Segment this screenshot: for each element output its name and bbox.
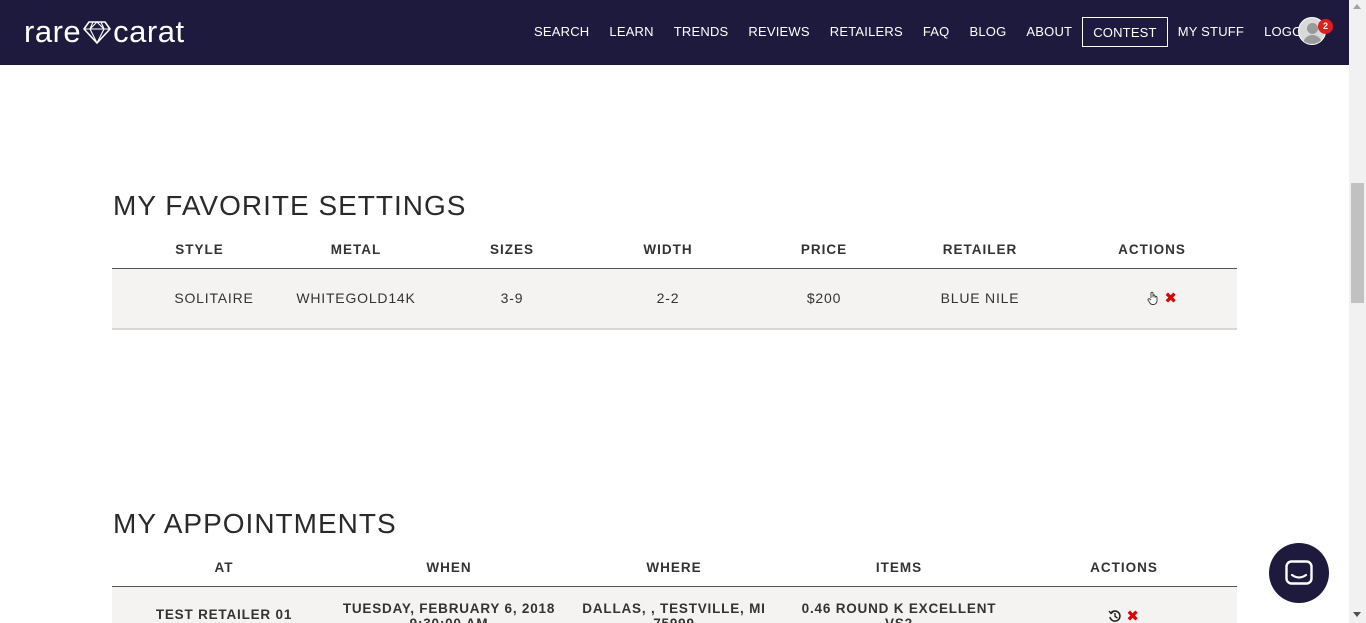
cell-price: $200 bbox=[806, 290, 842, 306]
col-actions: ACTIONS bbox=[1118, 242, 1186, 257]
cell-when: TUESDAY, FEBRUARY 6, 2018 9:30:00 AM bbox=[342, 601, 556, 623]
cell-items: 0.46 ROUND K EXCELLENT VS2 bbox=[801, 601, 997, 623]
logo-text-carat: carat bbox=[113, 14, 185, 49]
table-header: STYLE METAL SIZES WIDTH PRICE RETAILER A… bbox=[112, 231, 1237, 269]
nav-reviews[interactable]: REVIEWS bbox=[738, 17, 819, 47]
col-retailer: RETAILER bbox=[942, 242, 1018, 257]
appointments-table: AT WHEN WHERE ITEMS ACTIONS TEST RETAILE… bbox=[112, 549, 1237, 623]
col-price: PRICE bbox=[800, 242, 848, 257]
nav-blog[interactable]: BLOG bbox=[959, 17, 1016, 47]
nav-learn[interactable]: LEARN bbox=[599, 17, 663, 47]
nav-retailers[interactable]: RETAILERS bbox=[820, 17, 913, 47]
page-scrollbar[interactable] bbox=[1349, 0, 1366, 623]
col-actions: ACTIONS bbox=[1090, 560, 1158, 575]
nav-trends[interactable]: TRENDS bbox=[664, 17, 739, 47]
cell-sizes: 3-9 bbox=[500, 290, 524, 306]
page: rare carat SEARCH LEARN TRENDS REVIEWS R… bbox=[0, 0, 1366, 623]
chat-button[interactable] bbox=[1269, 543, 1329, 603]
notification-badge: 2 bbox=[1318, 19, 1333, 34]
col-metal: METAL bbox=[330, 242, 382, 257]
reschedule-icon[interactable] bbox=[1108, 609, 1122, 623]
avatar-body bbox=[1303, 35, 1322, 44]
nav-search[interactable]: SEARCH bbox=[524, 17, 599, 47]
scroll-down-arrow-icon[interactable] bbox=[1353, 612, 1361, 617]
scroll-thumb[interactable] bbox=[1351, 183, 1364, 303]
avatar-head bbox=[1307, 23, 1318, 34]
cell-actions: ✖ bbox=[1084, 587, 1164, 623]
scroll-up-arrow-icon[interactable] bbox=[1353, 4, 1361, 9]
col-width: WIDTH bbox=[643, 242, 693, 257]
table-row: SOLITAIRE WHITEGOLD14K 3-9 2-2 $200 BLUE… bbox=[112, 269, 1237, 330]
col-where: WHERE bbox=[646, 560, 702, 575]
cell-metal: WHITEGOLD14K bbox=[296, 290, 416, 306]
user-menu[interactable]: 2 bbox=[1298, 17, 1333, 47]
col-when: WHEN bbox=[426, 560, 472, 575]
delete-x-icon[interactable]: ✖ bbox=[1126, 609, 1139, 623]
cell-width: 2-2 bbox=[656, 290, 680, 306]
delete-x-icon[interactable]: ✖ bbox=[1164, 291, 1177, 306]
favorite-settings-title: MY FAVORITE SETTINGS bbox=[113, 190, 467, 221]
top-navbar: rare carat SEARCH LEARN TRENDS REVIEWS R… bbox=[0, 0, 1349, 65]
col-sizes: SIZES bbox=[489, 242, 534, 257]
rarecarat-logo[interactable]: rare carat bbox=[24, 14, 185, 50]
nav-about[interactable]: ABOUT bbox=[1016, 17, 1082, 47]
col-items: ITEMS bbox=[875, 560, 923, 575]
cell-at: TEST RETAILER 01 bbox=[155, 607, 293, 622]
table-row: TEST RETAILER 01 TUESDAY, FEBRUARY 6, 20… bbox=[112, 587, 1237, 623]
diamond-icon bbox=[83, 21, 111, 45]
logo-text-rare: rare bbox=[24, 14, 82, 49]
col-style: STYLE bbox=[175, 242, 224, 257]
favorite-settings-table: STYLE METAL SIZES WIDTH PRICE RETAILER A… bbox=[112, 231, 1237, 330]
chat-icon bbox=[1285, 560, 1313, 585]
table-header: AT WHEN WHERE ITEMS ACTIONS bbox=[112, 549, 1237, 587]
nav-contest[interactable]: CONTEST bbox=[1082, 17, 1168, 47]
cell-actions: ✖ bbox=[1117, 269, 1207, 327]
hand-pointer-icon[interactable] bbox=[1146, 291, 1160, 305]
cell-where: DALLAS, , TESTVILLE, MI 75999 bbox=[582, 601, 766, 623]
nav-faq[interactable]: FAQ bbox=[913, 17, 960, 47]
nav-my-stuff[interactable]: MY STUFF bbox=[1168, 17, 1254, 47]
col-at: AT bbox=[214, 560, 234, 575]
cell-style: SOLITAIRE bbox=[174, 290, 254, 306]
main-nav: SEARCH LEARN TRENDS REVIEWS RETAILERS FA… bbox=[524, 17, 1330, 47]
cell-retailer: BLUE NILE bbox=[940, 290, 1020, 306]
appointments-title: MY APPOINTMENTS bbox=[113, 508, 397, 539]
